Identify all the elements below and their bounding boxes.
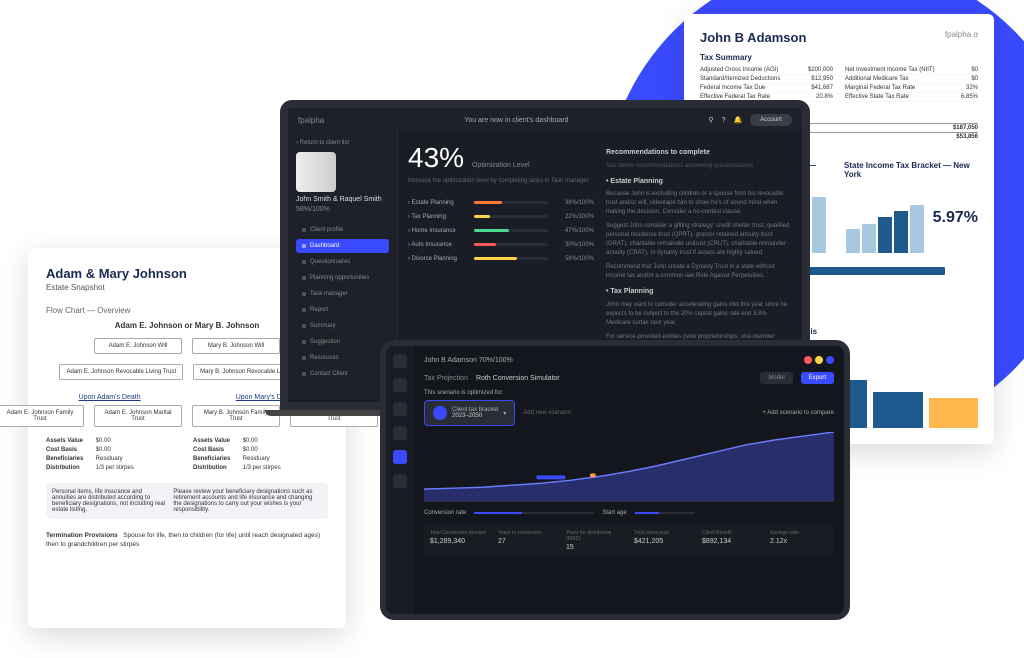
stats-row: Total Conversion Amount$1,289,340 Years t… [424, 524, 834, 557]
asset-table-b: Assets Value $0.00 Cost Basis $0.00 Bene… [193, 437, 328, 473]
tax-summary-heading: Tax Summary [700, 53, 978, 62]
stat-cell: Years to conversion27 [498, 530, 556, 551]
client-avatar [296, 152, 336, 192]
state-rate-callout: 5.97% [933, 209, 978, 227]
compare-button[interactable]: + Add scenario to compare [762, 410, 834, 416]
brand-logo: fpalpha α [945, 30, 978, 39]
slider-label: Conversion rate [424, 510, 466, 516]
progress-row: › Auto Insurance30%/100% [408, 242, 594, 248]
tablet-simulator: John B Adamson 70%/100% Tax Projection R… [380, 340, 850, 620]
marital-trust-a: Adam E. Johnson Marital Trust [94, 405, 182, 427]
sidebar-item-planning-opportunities[interactable]: Planning opportunities [296, 271, 389, 285]
sidebar-item-report[interactable]: Report [296, 303, 389, 317]
footnote-box: Personal items, life insurance and annui… [46, 483, 328, 519]
tax-left-column: Adjusted Gross Income (AGI)$200,000 Stan… [700, 66, 833, 102]
termination-provisions: Termination Provisions Spouse for life, … [46, 531, 328, 549]
flow-box-will-b: Mary B. Johnson Will [192, 338, 280, 354]
flow-box-will-a: Adam E. Johnson Will [94, 338, 182, 354]
help-icon[interactable]: ? [722, 117, 726, 124]
account-button[interactable]: Account [750, 114, 792, 126]
banner-message: You are now in client's dashboard [464, 117, 568, 124]
rail-icon-active[interactable] [393, 450, 407, 464]
scenario-selector[interactable]: Client tax bracket 2023–2050 ▾ [424, 400, 515, 426]
sidebar-item-resources[interactable]: Resources [296, 351, 389, 365]
asset-table-a: Assets Value $0.00 Cost Basis $0.00 Bene… [46, 437, 181, 473]
sidebar-item-questionnaires[interactable]: Questionnaires [296, 255, 389, 269]
breadcrumb-b: Roth Conversion Simulator [476, 375, 560, 382]
sidebar-item-suggestion[interactable]: Suggestion [296, 335, 389, 349]
doc-title: John B Adamson [700, 30, 978, 45]
tablet-user: John B Adamson 70%/100% [424, 357, 513, 364]
brand-logo: fpalpha [298, 116, 324, 125]
stat-cell: Savings ratio2.12x [770, 530, 828, 551]
roth-projection-chart [424, 432, 834, 502]
flow-box-trust-a: Adam E. Johnson Revocable Living Trust [59, 364, 183, 380]
tax-right-column: Net Investment Income Tax (NIIT)$0 Addit… [845, 66, 978, 102]
sidebar-item-client-profile[interactable]: Client profile [296, 223, 389, 237]
age-slider[interactable] [635, 512, 695, 514]
conversion-slider[interactable] [474, 512, 594, 514]
status-dots [804, 356, 834, 364]
family-trust-b: Mary B. Johnson Family Trust [192, 405, 280, 427]
progress-row: › Estate Planning38%/100% [408, 200, 594, 206]
stat-cell: Client Benefit$892,134 [702, 530, 760, 551]
progress-row: › Home Insurance47%/100% [408, 228, 594, 234]
rail-icon[interactable] [393, 378, 407, 392]
back-link[interactable]: ‹ Return to client list [296, 140, 389, 146]
sidebar-item-contact-client[interactable]: Contact Client [296, 367, 389, 381]
rail-icon[interactable] [393, 474, 407, 488]
optimization-pct: 43% [408, 142, 464, 173]
progress-row: › Tax Planning22%/100% [408, 214, 594, 220]
stat-cell: Total Conversion Amount$1,289,340 [430, 530, 488, 551]
stat-cell: Total taxes paid$421,205 [634, 530, 692, 551]
optimization-label: Optimization Level [472, 162, 530, 169]
sidebar-item-summary[interactable]: Summary [296, 319, 389, 333]
bell-icon[interactable]: 🔔 [734, 116, 743, 124]
breadcrumb-a[interactable]: Tax Projection [424, 375, 468, 382]
add-scenario-link[interactable]: Add new scenario [523, 410, 571, 416]
rail-icon[interactable] [393, 354, 407, 368]
tablet-rail [386, 346, 414, 614]
chevron-down-icon: ▾ [503, 410, 506, 417]
model-button[interactable]: Model [760, 372, 792, 384]
client-name: John Smith & Raquel Smith [296, 196, 389, 204]
progress-row: › Divorce Planning58%/100% [408, 256, 594, 262]
scenario-line: This scenario is optimized for: [424, 390, 834, 396]
sidebar-item-task-manager[interactable]: Task manager [296, 287, 389, 301]
state-bracket-chart [844, 183, 925, 253]
death-label-a: Upon Adam's Death [79, 394, 141, 401]
sidebar-item-dashboard[interactable]: Dashboard [296, 239, 389, 253]
family-trust-a: Adam E. Johnson Family Trust [0, 405, 84, 427]
client-progress: 58%/100% [296, 206, 389, 213]
rail-icon[interactable] [393, 402, 407, 416]
export-button[interactable]: Export [801, 372, 834, 384]
slider-group-2: Start age [602, 510, 626, 516]
search-icon[interactable]: ⚲ [709, 116, 714, 124]
scenario-icon [433, 406, 447, 420]
rail-icon[interactable] [393, 426, 407, 440]
optimization-sub: Increase the optimization level by compl… [408, 178, 594, 186]
stat-cell: Years for distribution (RMD)15 [566, 530, 624, 551]
